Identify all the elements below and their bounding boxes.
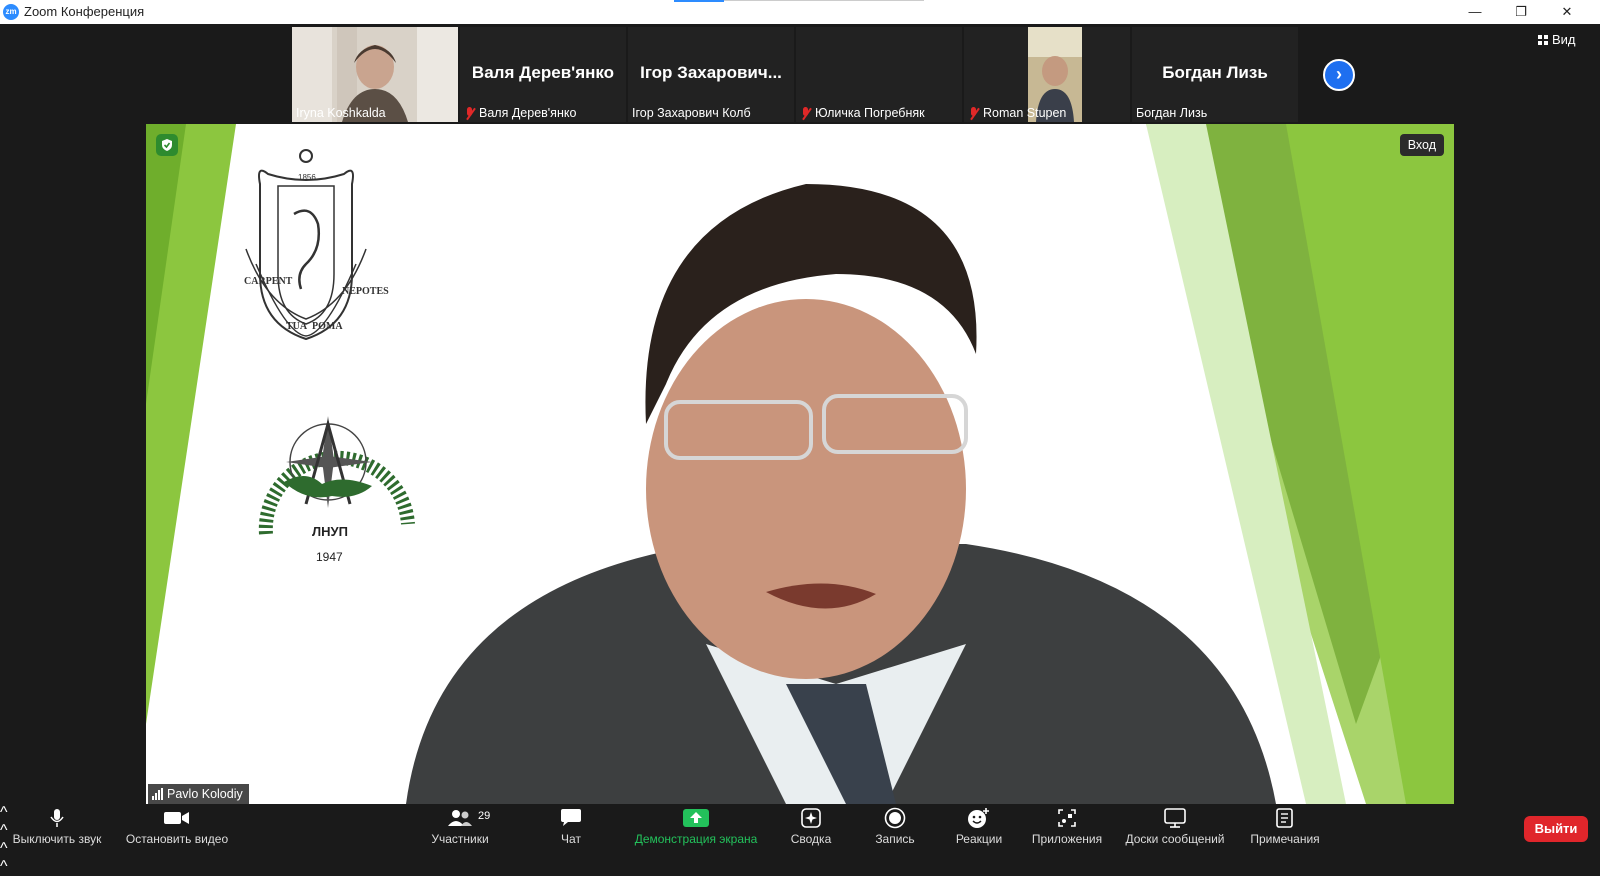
whiteboards-button[interactable]: Доски сообщений [1118,804,1232,848]
apps-button[interactable]: Приложения [1026,804,1108,848]
participants-strip: Iryna Koshkalda Валя Дерев'янко Валя Дер… [0,24,1600,124]
grid-view-icon [1538,34,1548,45]
participant-label: Iryna Koshkalda [296,106,386,120]
leave-meeting-button[interactable]: Выйти [1524,816,1588,842]
participant-tile[interactable]: Iryna Koshkalda [292,27,458,122]
participant-tile[interactable]: Валя Дерев'янко Валя Дерев'янко [460,27,626,122]
minimize-button[interactable]: — [1452,0,1498,24]
next-page-button[interactable]: › [1323,59,1355,91]
speaker-video-frame: 1856 CARPENT TUA POMA NEPOTES ЛНУП 1947 [146,124,1454,804]
chat-icon [561,809,581,826]
crest-motto-1: CARPENT [244,276,293,287]
faculty-year: 1947 [316,550,343,564]
chat-button[interactable]: Чат [546,804,596,848]
active-speaker-video: 1856 CARPENT TUA POMA NEPOTES ЛНУП 1947 [146,124,1454,804]
notes-icon [1276,808,1293,828]
crest-year-text: 1856 [298,173,316,182]
reactions-button[interactable]: Реакции [944,804,1014,848]
enter-button[interactable]: Вход [1399,134,1444,156]
record-button[interactable]: Запись [864,804,926,848]
window-title: Zoom Конференция [24,4,145,19]
meeting-toolbar: Выключить звук ^ Остановить видео ^ Учас… [0,804,1600,875]
participant-tile[interactable]: Roman Stupen [964,27,1130,122]
summary-button[interactable]: Сводка [780,804,842,848]
encryption-shield-icon[interactable] [156,134,178,156]
restore-button[interactable]: ❐ [1498,0,1544,24]
participant-big-name: Богдан Лизь [1162,63,1268,82]
participant-label: Богдан Лизь [1136,106,1208,120]
speaker-name-label: Pavlo Kolodiy [148,784,249,804]
apps-icon [1058,809,1076,827]
close-button[interactable]: ✕ [1544,0,1590,24]
zoom-app-icon: zm [3,4,19,20]
record-icon [884,807,906,829]
participant-label: Юличка Погребняк [800,106,925,120]
mic-muted-icon [968,106,980,120]
participant-tile[interactable]: Богдан Лизь Богдан Лизь [1132,27,1298,122]
summary-icon [801,808,821,828]
reactions-icon [968,808,989,828]
mute-button[interactable]: Выключить звук [10,804,104,848]
share-screen-button[interactable]: Демонстрация экрана [624,804,768,848]
participants-count: 29 [478,810,491,822]
video-button[interactable]: Остановить видео [122,804,232,848]
loading-bar [674,0,724,2]
faculty-emblem [258,416,415,535]
whiteboard-icon [1164,808,1186,828]
speaker-person [406,184,1276,804]
participant-big-name: Валя Дерев'янко [471,63,615,82]
participant-tile[interactable]: Ігор Захарович... Ігор Захарович Колб [628,27,794,122]
share-screen-icon [683,809,709,827]
title-bar: zm Zoom Конференция — ❐ ✕ [0,0,1600,24]
mic-muted-icon [464,106,476,120]
crest-motto-2: TUA [286,321,308,332]
camera-icon [164,812,189,824]
participant-label: Валя Дерев'янко [464,106,576,120]
chat-options-chevron-icon[interactable]: ^ [0,858,1600,876]
view-button[interactable]: Вид [1538,32,1576,47]
microphone-icon [50,809,64,827]
mic-muted-icon [800,106,812,120]
notes-button[interactable]: Примечания [1244,804,1326,848]
crest-motto-3: POMA [312,321,343,332]
signal-bars-icon [152,788,163,800]
participants-icon [448,810,472,826]
crest-motto-4: NEPOTES [342,286,389,297]
faculty-abbr: ЛНУП [312,524,348,539]
loading-track [724,0,924,1]
participant-big-name: Ігор Захарович... [640,63,782,82]
participant-label: Ігор Захарович Колб [632,106,751,120]
participant-label: Roman Stupen [968,106,1066,120]
participant-tile[interactable]: Юличка Погребняк [796,27,962,122]
